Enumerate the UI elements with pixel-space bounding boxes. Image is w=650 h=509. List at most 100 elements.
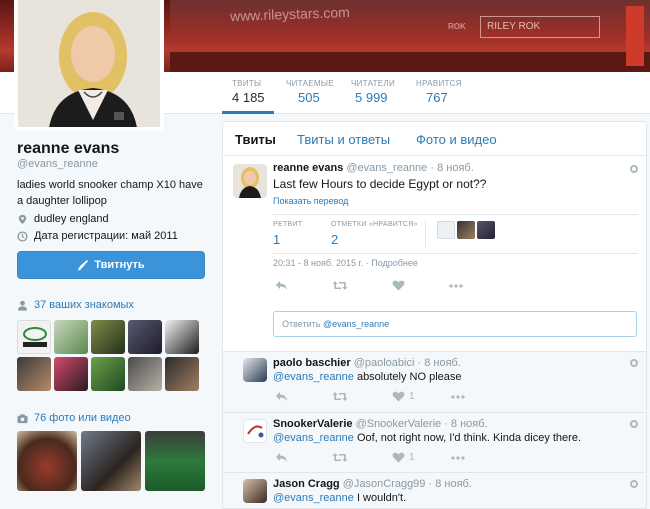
more-action[interactable] — [450, 394, 465, 399]
reply-action[interactable] — [275, 452, 288, 463]
tweet-author-handle[interactable]: @evans_reanne — [346, 162, 427, 174]
follower-avatar[interactable] — [128, 357, 162, 391]
reply-author-avatar[interactable] — [243, 479, 267, 503]
banner-sign-text: RILEY ROK — [480, 16, 600, 38]
tweet-time[interactable]: 8 нояб. — [437, 162, 474, 174]
reply-menu-icon[interactable] — [630, 359, 638, 367]
follower-avatar[interactable] — [91, 320, 125, 354]
nav-stat-following[interactable]: ЧИТАЕМЫЕ 505 — [286, 79, 334, 105]
photo-thumbnail[interactable] — [145, 431, 205, 491]
reply-time[interactable]: 8 нояб. — [424, 357, 461, 369]
tweet-stats: РЕТВИТ 1 ОТМЕТКИ «НРАВИТСЯ» 2 — [273, 214, 638, 254]
more-action[interactable] — [450, 455, 465, 460]
reply-author-name[interactable]: Jason Cragg — [273, 478, 340, 490]
like-action[interactable]: 1 — [392, 452, 415, 463]
liker-avatar[interactable] — [457, 221, 475, 239]
reply-separator: · — [444, 418, 448, 430]
reply-menu-icon[interactable] — [630, 420, 638, 428]
stats-divider — [425, 221, 426, 247]
tab-tweets[interactable]: Твиты — [235, 132, 276, 147]
likes-count[interactable]: 2 — [331, 232, 338, 247]
profile-name[interactable]: reanne evans — [17, 140, 119, 158]
tweet-menu-icon[interactable] — [630, 165, 638, 173]
reply-actions: 1 — [275, 452, 465, 463]
reply-mention[interactable]: @evans_reanne — [273, 371, 354, 383]
photo-thumbnail[interactable] — [17, 431, 77, 491]
photos-videos-link[interactable]: 76 фото или видео — [17, 412, 131, 424]
reply-author-handle[interactable]: @JasonCragg99 — [343, 478, 426, 490]
reply-text: @evans_reanne Oof, not right now, I'd th… — [273, 432, 581, 444]
followers-you-know-link[interactable]: 37 ваших знакомых — [17, 299, 134, 311]
reply-input[interactable]: Ответить @evans_reanne — [273, 311, 637, 337]
follower-avatar[interactable] — [128, 320, 162, 354]
reply-mention[interactable]: @evans_reanne — [273, 432, 354, 444]
reply-text: @evans_reanne absolutely NO please — [273, 371, 462, 383]
more-dots-icon — [449, 283, 463, 288]
like-action[interactable]: 1 — [392, 391, 415, 402]
follower-avatar[interactable] — [165, 357, 199, 391]
profile-handle[interactable]: @evans_reanne — [17, 158, 98, 170]
reply-action[interactable] — [275, 280, 288, 291]
reply-time[interactable]: 8 нояб. — [435, 478, 472, 490]
retweets-count[interactable]: 1 — [273, 232, 280, 247]
nav-stat-value: 5 999 — [355, 90, 388, 105]
nav-stat-likes[interactable]: НРАВИТСЯ 767 — [416, 79, 462, 105]
reply-tweet[interactable]: paolo baschier @paoloabici · 8 нояб. @ev… — [223, 351, 646, 412]
reply-author-handle[interactable]: @SnookerValerie — [356, 418, 442, 430]
tab-photos-videos[interactable]: Фото и видео — [416, 132, 497, 147]
reply-author-name[interactable]: SnookerValerie — [273, 418, 353, 430]
main-tweet[interactable]: reanne evans @evans_reanne · 8 нояб. Las… — [223, 156, 646, 351]
tweet-full-date[interactable]: 20:31 - 8 нояб. 2015 г. · Подробнее — [273, 258, 418, 268]
banner-table-edge — [170, 52, 650, 72]
follower-avatar[interactable] — [165, 320, 199, 354]
reply-time[interactable]: 8 нояб. — [451, 418, 488, 430]
reply-author-handle[interactable]: @paoloabici — [354, 357, 415, 369]
reply-author-name[interactable]: paolo baschier — [273, 357, 351, 369]
reply-icon — [276, 453, 287, 462]
profile-joined: Дата регистрации: май 2011 — [17, 230, 178, 242]
reply-header: paolo baschier @paoloabici · 8 нояб. — [273, 357, 461, 369]
like-action[interactable] — [392, 280, 405, 291]
nav-stat-tweets[interactable]: ТВИТЫ 4 185 — [232, 79, 265, 105]
retweet-action[interactable] — [332, 452, 348, 463]
photo-thumbnail[interactable] — [81, 431, 141, 491]
timeline-tabs: Твиты Твиты и ответы Фото и видео — [223, 122, 646, 156]
follower-avatar[interactable] — [54, 320, 88, 354]
tweet-to-button[interactable]: Твитнуть — [17, 251, 205, 279]
reply-author-avatar[interactable] — [243, 358, 267, 382]
followers-you-know-grid — [17, 320, 199, 391]
profile-avatar[interactable] — [14, 0, 164, 131]
tweet-author-avatar[interactable] — [233, 164, 267, 198]
follower-avatar[interactable] — [17, 357, 51, 391]
liker-avatar[interactable] — [437, 221, 455, 239]
retweets-label: РЕТВИТ — [273, 221, 303, 228]
like-count: 1 — [409, 391, 415, 402]
nav-active-indicator — [222, 111, 274, 114]
follower-avatar-myl47[interactable] — [17, 320, 51, 354]
show-translation-link[interactable]: Показать перевод — [273, 196, 348, 206]
retweet-action[interactable] — [332, 280, 348, 291]
profile-avatar-image — [18, 0, 160, 127]
nav-stat-label: ЧИТАЕМЫЕ — [286, 79, 334, 88]
reply-author-avatar[interactable] — [243, 419, 267, 443]
more-action[interactable] — [449, 283, 463, 288]
profile-location-text: dudley england — [34, 213, 109, 225]
reply-author-avatar-image — [247, 425, 264, 438]
reply-menu-icon[interactable] — [630, 480, 638, 488]
retweet-action[interactable] — [332, 391, 348, 402]
tweet-author-name[interactable]: reanne evans — [273, 162, 343, 174]
person-icon — [17, 300, 28, 311]
follower-avatar[interactable] — [91, 357, 125, 391]
liker-avatar[interactable] — [477, 221, 495, 239]
nav-stat-followers[interactable]: ЧИТАТЕЛИ 5 999 — [351, 79, 395, 105]
retweet-icon — [332, 453, 348, 462]
reply-header: SnookerValerie @SnookerValerie · 8 нояб. — [273, 418, 488, 430]
reply-mention[interactable]: @evans_reanne — [273, 492, 354, 504]
reply-tweet[interactable]: SnookerValerie @SnookerValerie · 8 нояб.… — [223, 412, 646, 472]
tab-tweets-and-replies[interactable]: Твиты и ответы — [297, 132, 390, 147]
reply-icon — [276, 392, 287, 401]
reply-action[interactable] — [275, 391, 288, 402]
like-count: 1 — [409, 452, 415, 463]
follower-avatar[interactable] — [54, 357, 88, 391]
reply-tweet[interactable]: Jason Cragg @JasonCragg99 · 8 нояб. @eva… — [223, 472, 646, 508]
